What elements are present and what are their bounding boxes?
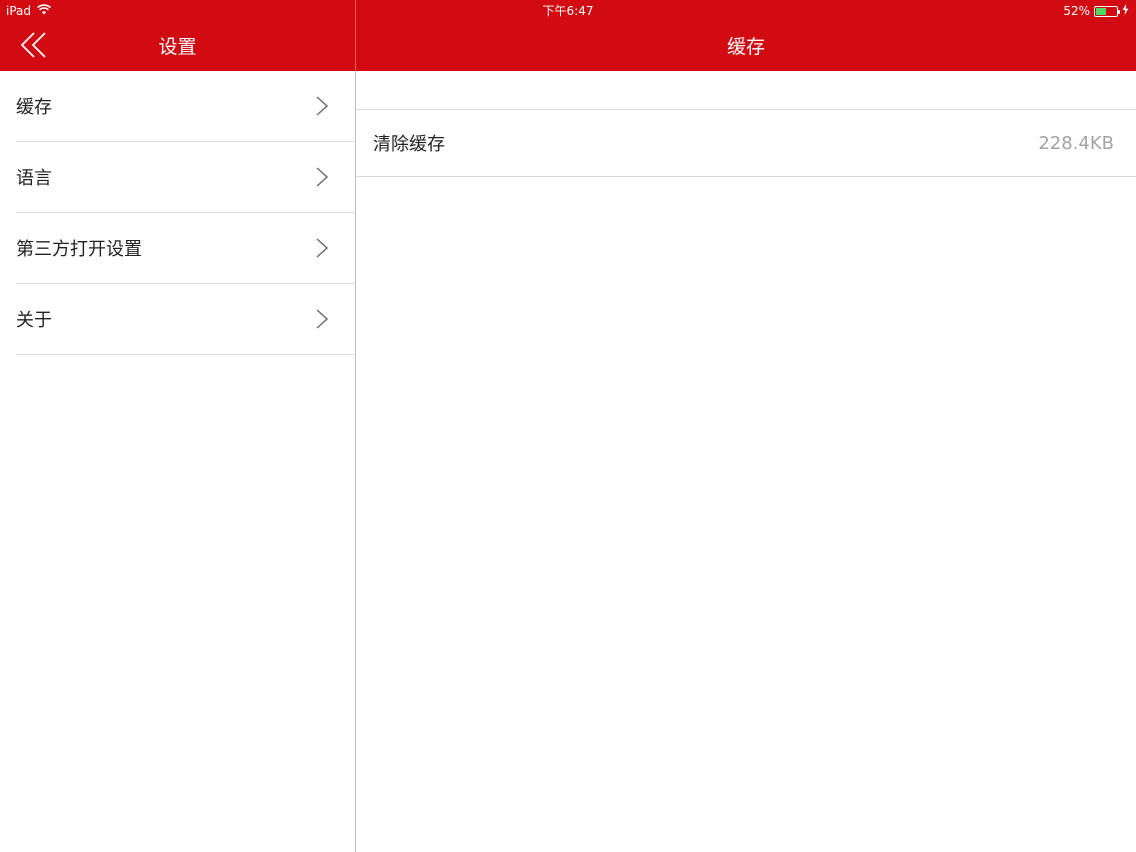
status-time: 下午6:47 — [542, 4, 594, 18]
settings-item-language[interactable]: 语言 — [16, 142, 355, 213]
settings-item-label: 缓存 — [16, 97, 52, 118]
charging-bolt-icon — [1122, 4, 1129, 18]
settings-item-third-party-open[interactable]: 第三方打开设置 — [16, 213, 355, 284]
cache-size-value: 228.4KB — [1038, 132, 1114, 154]
navigation-bar: iPad 下午6:47 52% 设置 缓存 — [0, 0, 1136, 71]
settings-list: 缓存 语言 第三方打开设置 关于 — [0, 71, 355, 852]
chevron-right-icon — [315, 237, 329, 259]
clear-cache-row[interactable]: 清除缓存 228.4KB — [356, 110, 1136, 177]
battery-level — [1096, 7, 1107, 15]
app-window: iPad 下午6:47 52% 设置 缓存 缓存 语言 第三方打开设置 关于 清… — [0, 0, 1136, 852]
master-title: 设置 — [158, 36, 197, 58]
settings-item-label: 关于 — [16, 310, 52, 331]
chevron-right-icon — [315, 95, 329, 117]
chevron-right-icon — [315, 308, 329, 330]
chevron-right-icon — [315, 166, 329, 188]
status-bar-left: iPad — [6, 3, 51, 19]
settings-item-label: 第三方打开设置 — [16, 239, 142, 260]
settings-item-label: 语言 — [16, 168, 52, 189]
clear-cache-label: 清除缓存 — [373, 134, 445, 155]
battery-percent: 52% — [1063, 4, 1090, 18]
settings-item-cache[interactable]: 缓存 — [16, 71, 355, 142]
detail-title: 缓存 — [726, 36, 765, 58]
cache-detail-panel: 清除缓存 228.4KB — [356, 71, 1136, 852]
wifi-icon — [37, 4, 51, 18]
device-name: iPad — [6, 4, 32, 18]
header-divider — [355, 0, 356, 71]
battery-icon — [1094, 5, 1120, 17]
section-spacer — [356, 71, 1136, 110]
status-bar-right: 52% — [1063, 3, 1129, 19]
settings-item-about[interactable]: 关于 — [16, 284, 355, 355]
